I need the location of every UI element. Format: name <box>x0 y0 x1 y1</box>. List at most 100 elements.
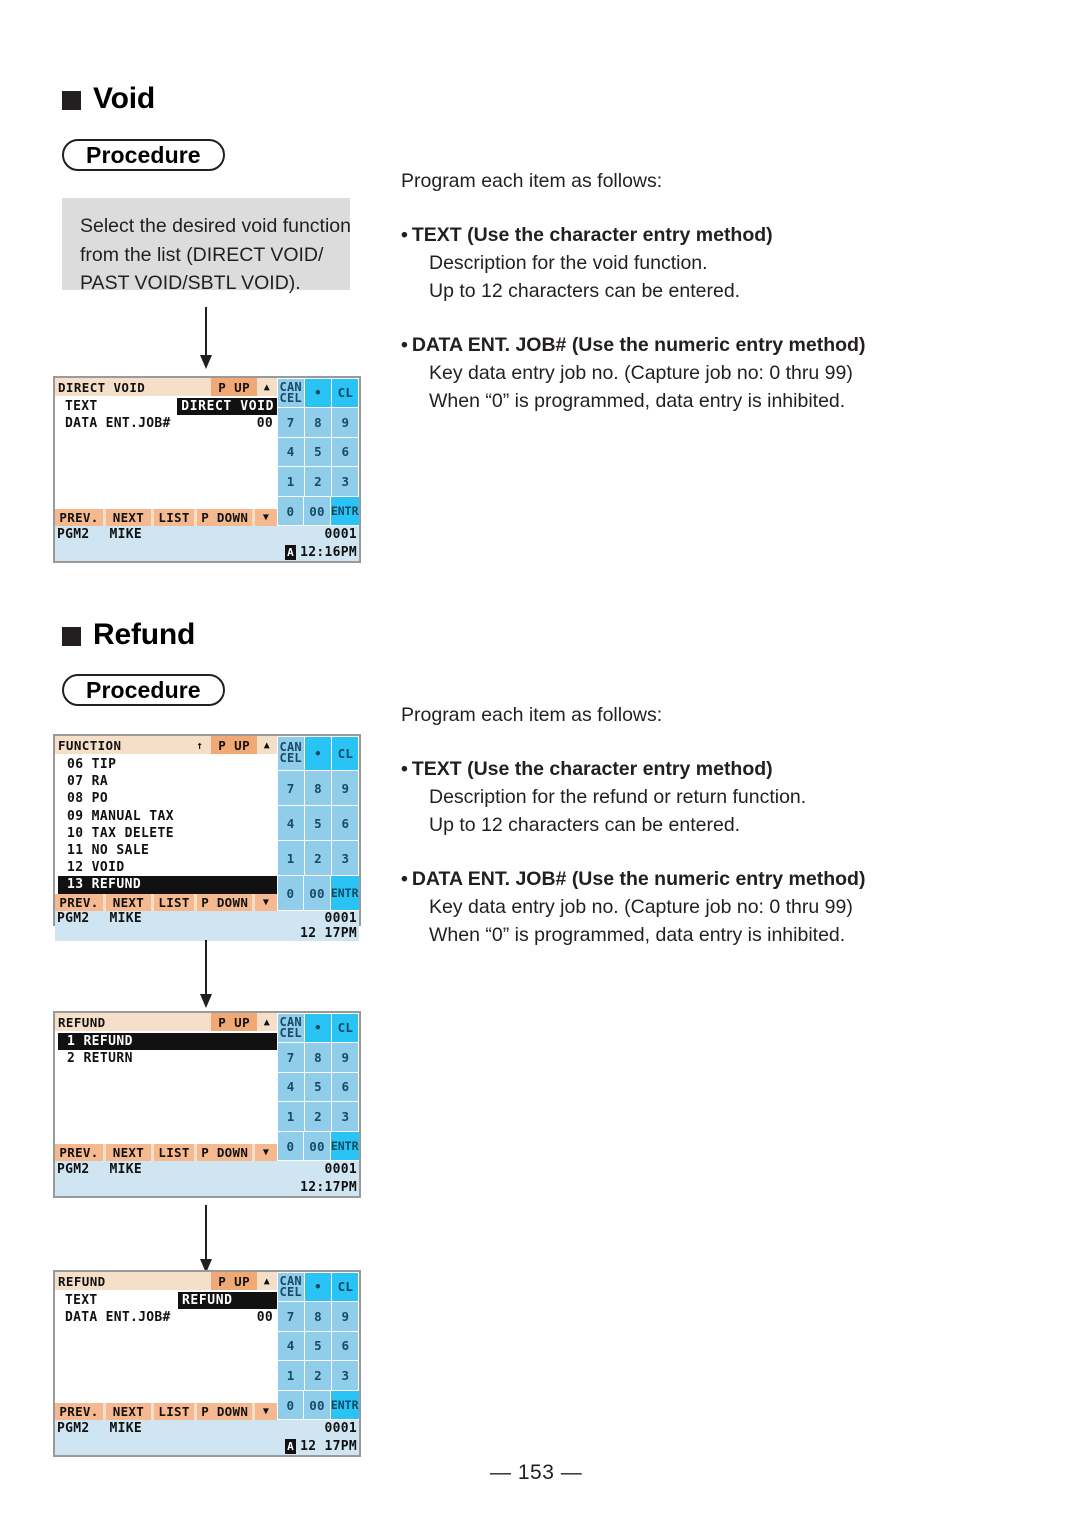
key-decimal[interactable]: • <box>304 1272 332 1302</box>
key-4[interactable]: 4 <box>277 1331 304 1361</box>
key-6[interactable]: 6 <box>332 1331 359 1361</box>
fn-key-list[interactable]: LIST <box>153 1144 195 1161</box>
fn-key-prev[interactable]: PREV. <box>55 1403 103 1420</box>
field-value[interactable]: 00 <box>257 416 273 431</box>
fn-key-list[interactable]: LIST <box>153 509 195 526</box>
key-9[interactable]: 9 <box>332 408 359 437</box>
list-item[interactable]: 11 NO SALE <box>55 842 277 859</box>
key-5[interactable]: 5 <box>304 1331 332 1361</box>
chevron-up-icon[interactable]: ▲ <box>257 1013 277 1031</box>
key-8[interactable]: 8 <box>304 408 332 437</box>
key-9[interactable]: 9 <box>332 771 359 806</box>
key-clear[interactable]: CL <box>332 736 359 771</box>
fn-key-next[interactable]: NEXT <box>105 1403 151 1420</box>
fn-key-list[interactable]: LIST <box>153 893 195 911</box>
key-00[interactable]: 00 <box>304 876 330 911</box>
fn-key-page-down[interactable]: P DOWN <box>197 509 253 526</box>
key-3[interactable]: 3 <box>332 1102 359 1131</box>
key-8[interactable]: 8 <box>304 1043 332 1072</box>
page-up-button[interactable]: P UP <box>211 378 257 396</box>
key-1[interactable]: 1 <box>277 467 304 496</box>
list-item-selected[interactable]: 1 REFUND <box>58 1033 277 1051</box>
page-up-button[interactable]: P UP <box>211 736 257 754</box>
key-clear[interactable]: CL <box>332 1013 359 1043</box>
list-item[interactable]: 06 TIP <box>55 756 277 773</box>
fn-key-next[interactable]: NEXT <box>105 1144 151 1161</box>
key-7[interactable]: 7 <box>277 1302 304 1331</box>
page-up-button[interactable]: P UP <box>211 1272 257 1290</box>
list-item[interactable]: 2 RETURN <box>55 1050 277 1067</box>
key-8[interactable]: 8 <box>304 1302 332 1331</box>
key-3[interactable]: 3 <box>332 467 359 496</box>
key-enter[interactable]: ENTR <box>330 1131 359 1161</box>
page-up-button[interactable]: P UP <box>211 1013 257 1031</box>
key-00[interactable]: 00 <box>304 1131 330 1161</box>
chevron-down-icon[interactable]: ▼ <box>255 1403 277 1420</box>
key-0[interactable]: 0 <box>277 1131 304 1161</box>
key-2[interactable]: 2 <box>304 841 332 876</box>
key-1[interactable]: 1 <box>277 841 304 876</box>
key-cancel[interactable]: CAN CEL <box>277 378 304 408</box>
chevron-up-icon[interactable]: ▲ <box>257 1272 277 1290</box>
key-8[interactable]: 8 <box>304 771 332 806</box>
fn-key-list[interactable]: LIST <box>153 1403 195 1420</box>
fn-key-next[interactable]: NEXT <box>105 893 151 911</box>
key-decimal[interactable]: • <box>304 1013 332 1043</box>
key-2[interactable]: 2 <box>304 1361 332 1390</box>
key-cancel[interactable]: CAN CEL <box>277 736 304 771</box>
key-00[interactable]: 00 <box>304 496 330 526</box>
key-decimal[interactable]: • <box>304 736 332 771</box>
list-item[interactable]: 10 TAX DELETE <box>55 825 277 842</box>
chevron-up-icon[interactable]: ▲ <box>257 736 277 754</box>
key-4[interactable]: 4 <box>277 1072 304 1102</box>
key-clear[interactable]: CL <box>332 1272 359 1302</box>
key-9[interactable]: 9 <box>332 1302 359 1331</box>
key-decimal[interactable]: • <box>304 378 332 408</box>
key-0[interactable]: 0 <box>277 876 304 911</box>
key-enter[interactable]: ENTR <box>330 496 359 526</box>
key-5[interactable]: 5 <box>304 1072 332 1102</box>
fn-key-page-down[interactable]: P DOWN <box>197 1403 253 1420</box>
key-5[interactable]: 5 <box>304 437 332 467</box>
key-enter[interactable]: ENTR <box>330 1390 359 1420</box>
key-6[interactable]: 6 <box>332 1072 359 1102</box>
key-cancel[interactable]: CAN CEL <box>277 1272 304 1302</box>
list-item-selected[interactable]: 13 REFUND <box>58 876 277 894</box>
chevron-down-icon[interactable]: ▼ <box>255 1144 277 1161</box>
key-4[interactable]: 4 <box>277 806 304 841</box>
key-5[interactable]: 5 <box>304 806 332 841</box>
key-cancel[interactable]: CAN CEL <box>277 1013 304 1043</box>
fn-key-page-down[interactable]: P DOWN <box>197 1144 253 1161</box>
key-7[interactable]: 7 <box>277 771 304 806</box>
list-item[interactable]: 12 VOID <box>55 859 277 876</box>
fn-key-page-down[interactable]: P DOWN <box>197 893 253 911</box>
key-00[interactable]: 00 <box>304 1390 330 1420</box>
key-1[interactable]: 1 <box>277 1102 304 1131</box>
list-item[interactable]: 07 RA <box>55 773 277 790</box>
key-9[interactable]: 9 <box>332 1043 359 1072</box>
key-2[interactable]: 2 <box>304 467 332 496</box>
key-1[interactable]: 1 <box>277 1361 304 1390</box>
field-value[interactable]: 00 <box>257 1310 273 1325</box>
key-0[interactable]: 0 <box>277 1390 304 1420</box>
fn-key-prev[interactable]: PREV. <box>55 1144 103 1161</box>
key-2[interactable]: 2 <box>304 1102 332 1131</box>
chevron-up-icon[interactable]: ▲ <box>257 378 277 396</box>
key-6[interactable]: 6 <box>332 806 359 841</box>
list-item[interactable]: 09 MANUAL TAX <box>55 808 277 825</box>
key-7[interactable]: 7 <box>277 1043 304 1072</box>
field-value-selected[interactable]: DIRECT VOID <box>177 398 277 415</box>
key-6[interactable]: 6 <box>332 437 359 467</box>
key-4[interactable]: 4 <box>277 437 304 467</box>
key-7[interactable]: 7 <box>277 408 304 437</box>
key-3[interactable]: 3 <box>332 1361 359 1390</box>
fn-key-prev[interactable]: PREV. <box>55 893 103 911</box>
list-item[interactable]: 08 PO <box>55 790 277 807</box>
key-0[interactable]: 0 <box>277 496 304 526</box>
key-enter[interactable]: ENTR <box>330 876 359 911</box>
fn-key-prev[interactable]: PREV. <box>55 509 103 526</box>
fn-key-next[interactable]: NEXT <box>105 509 151 526</box>
key-clear[interactable]: CL <box>332 378 359 408</box>
field-value-selected[interactable]: REFUND <box>178 1292 277 1309</box>
chevron-down-icon[interactable]: ▼ <box>255 893 277 911</box>
